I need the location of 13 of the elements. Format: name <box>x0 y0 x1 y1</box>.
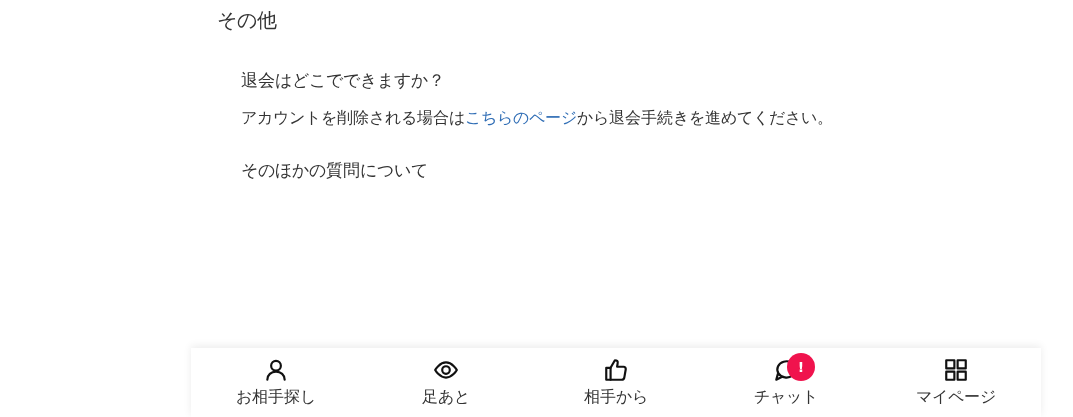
faq-question: そのほかの質問について <box>241 159 428 182</box>
faq-answer: アカウントを削除される場合はこちらのページから退会手続きを進めてください。 <box>241 108 833 129</box>
person-icon <box>263 357 289 383</box>
page-link[interactable]: こちらのページ <box>465 109 577 127</box>
faq-question: 退会はどこでできますか？ <box>241 69 445 92</box>
grid-icon <box>943 357 969 383</box>
nav-tab[interactable]: 相手から <box>531 357 701 417</box>
section-title: その他 <box>217 7 277 34</box>
nav-tab[interactable]: お相手探し <box>191 357 361 417</box>
thumbs-up-icon <box>603 357 629 383</box>
notification-badge: ! <box>787 353 815 381</box>
nav-tab[interactable]: マイページ <box>871 357 1041 417</box>
nav-tab[interactable]: 足あと <box>361 357 531 417</box>
